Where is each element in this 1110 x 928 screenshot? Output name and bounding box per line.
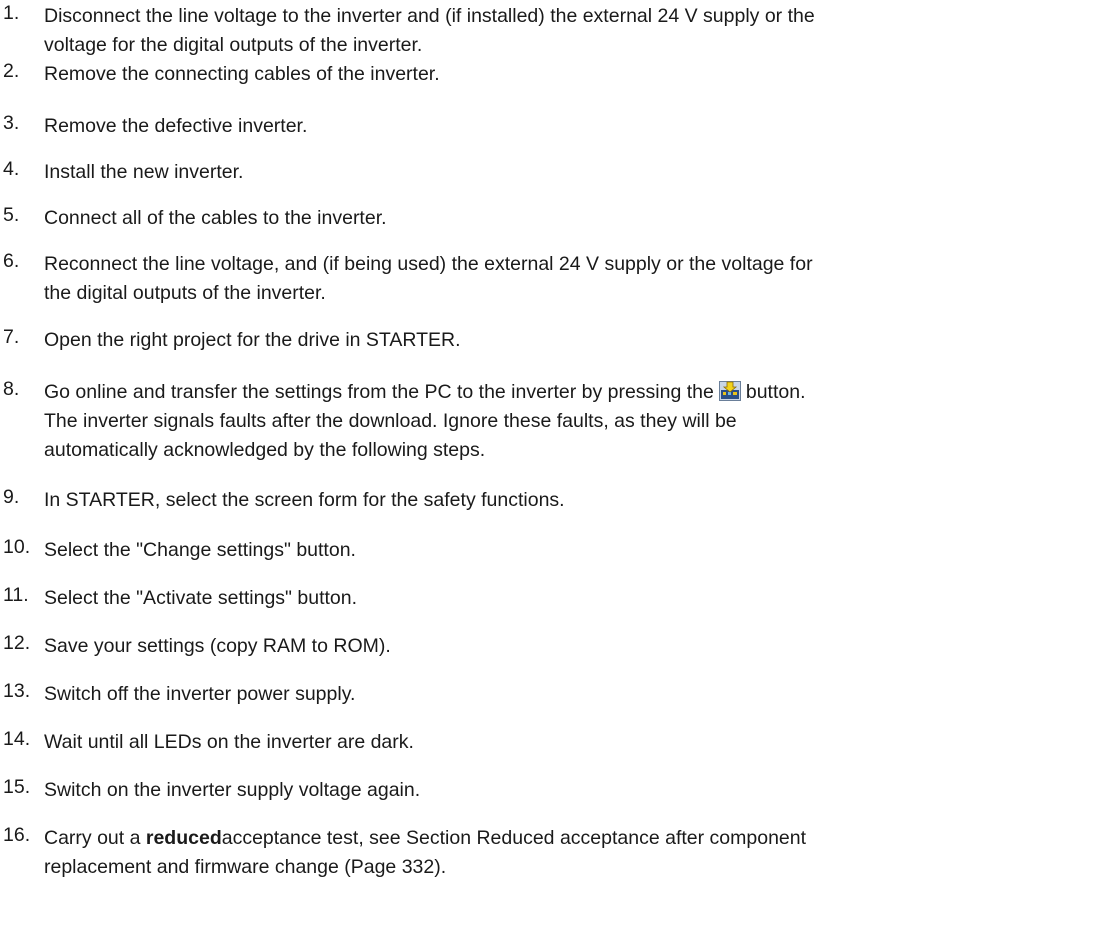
step-number: 9. bbox=[3, 486, 20, 508]
step-number: 6. bbox=[3, 250, 20, 272]
step-text: Select the "Activate settings" button. bbox=[44, 587, 358, 609]
step-text: Wait until all LEDs on the inverter are … bbox=[44, 731, 414, 753]
step-text: Go online and transfer the settings from… bbox=[44, 381, 806, 461]
step-number: 8. bbox=[3, 378, 20, 400]
step-number: 13. bbox=[3, 680, 31, 702]
step-text: Save your settings (copy RAM to ROM). bbox=[44, 635, 391, 657]
step-text: In STARTER, select the screen form for t… bbox=[44, 489, 565, 511]
step-number: 12. bbox=[3, 632, 31, 654]
step-number: 2. bbox=[3, 60, 20, 82]
step-number: 15. bbox=[3, 776, 31, 798]
page-reference-link[interactable]: replacement and firmware change (Page 33… bbox=[44, 853, 1108, 882]
download-to-device-icon bbox=[718, 381, 741, 401]
step-text: Switch off the inverter power supply. bbox=[44, 683, 356, 705]
step-number: 14. bbox=[3, 728, 31, 750]
step-text: Install the new inverter. bbox=[44, 161, 244, 183]
step-text: Switch on the inverter supply voltage ag… bbox=[44, 779, 421, 801]
step-number: 11. bbox=[3, 584, 29, 606]
step-text: Open the right project for the drive in … bbox=[44, 329, 461, 351]
step-text: Select the "Change settings" button. bbox=[44, 539, 356, 561]
step-text: Remove the connecting cables of the inve… bbox=[44, 63, 440, 85]
step-number: 4. bbox=[3, 158, 20, 180]
step-number: 1. bbox=[3, 2, 20, 24]
step-number: 10. bbox=[3, 536, 31, 558]
step-text: Reconnect the line voltage, and (if bein… bbox=[44, 253, 813, 304]
step-text: Carry out a reducedacceptance test, see … bbox=[44, 824, 1108, 882]
step-text: Disconnect the line voltage to the inver… bbox=[44, 5, 815, 56]
emphasis-reduced: reduced bbox=[145, 827, 222, 849]
step-number: 3. bbox=[3, 112, 20, 134]
step-number: 16. bbox=[3, 824, 31, 846]
step-text: Remove the defective inverter. bbox=[44, 115, 308, 137]
step-number: 5. bbox=[3, 204, 20, 226]
step-text: Connect all of the cables to the inverte… bbox=[44, 207, 387, 229]
step-number: 7. bbox=[3, 326, 20, 348]
